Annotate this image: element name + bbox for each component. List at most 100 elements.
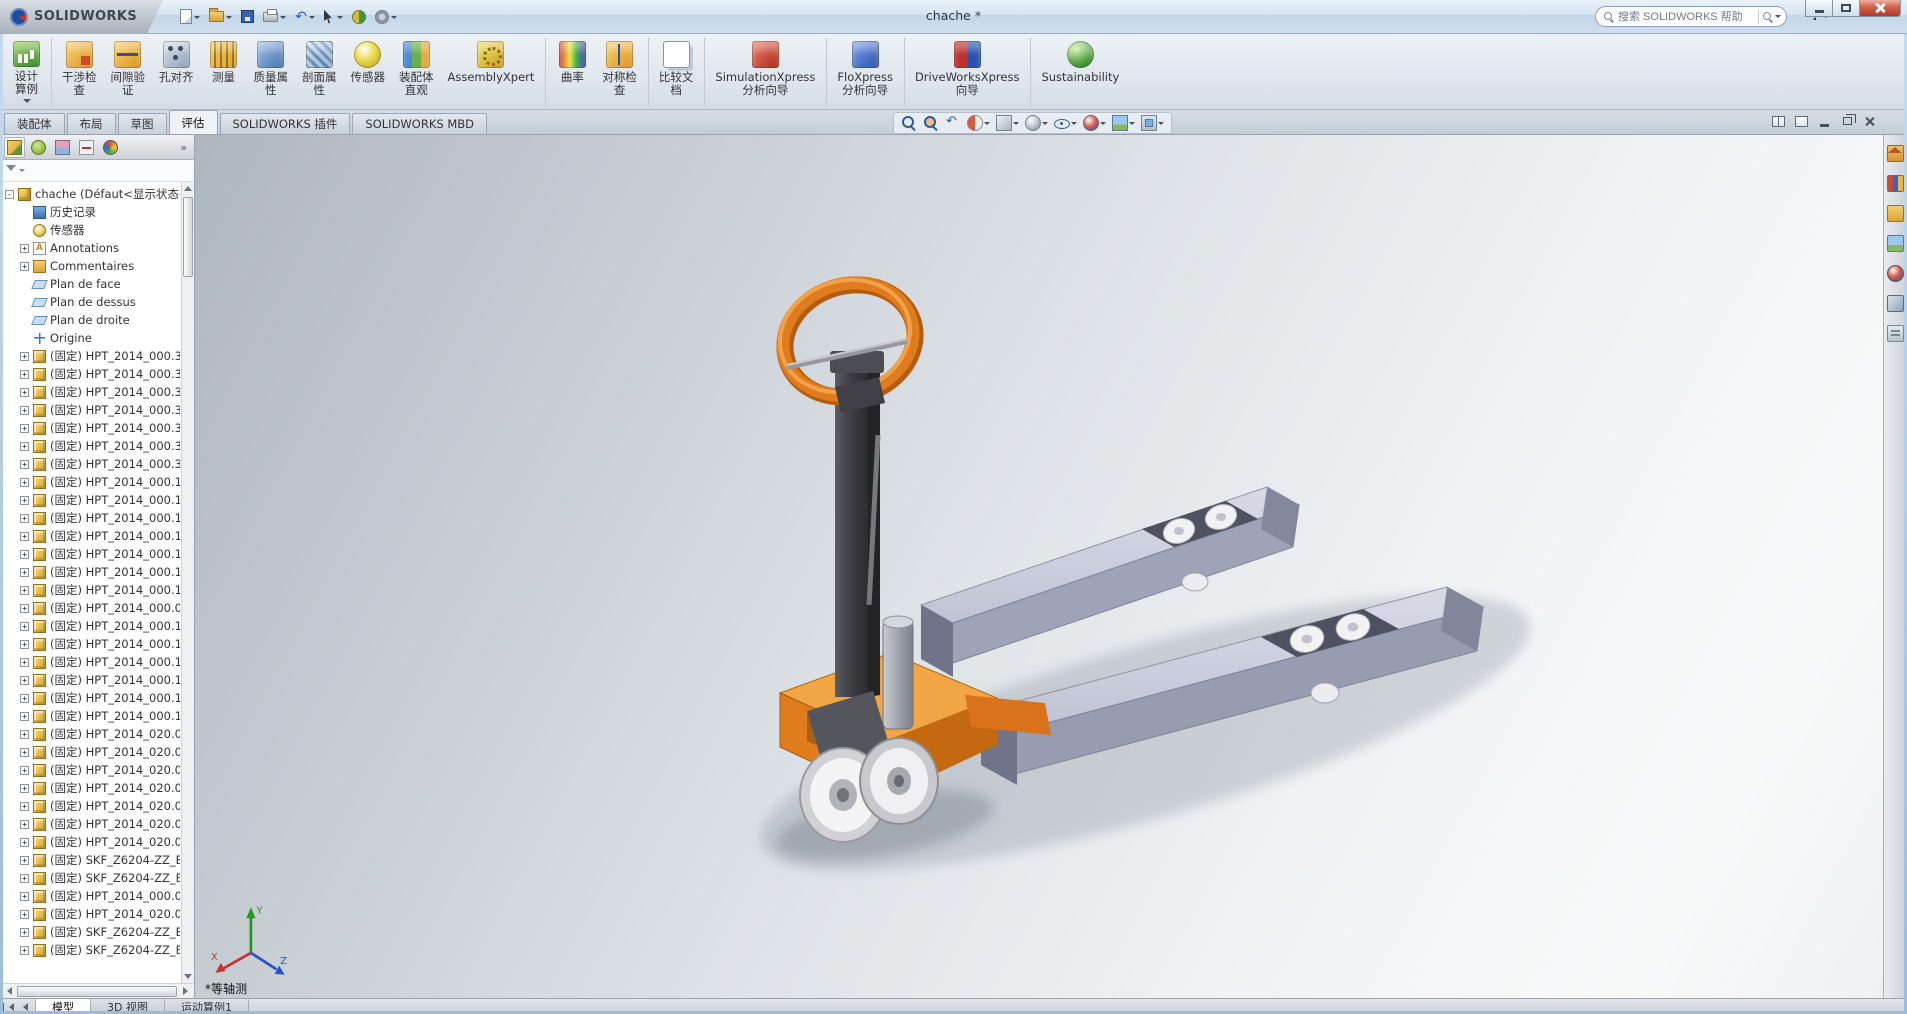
tree-expander[interactable]: + (20, 549, 29, 559)
tree-expander[interactable]: + (20, 621, 29, 631)
tree-expander[interactable]: + (20, 729, 29, 739)
tree-item[interactable]: + (固定) HPT_2014_000.10 (0, 527, 180, 545)
search-box[interactable] (1595, 6, 1787, 27)
window-control-button[interactable] (1832, 0, 1860, 17)
tree-item[interactable]: + (固定) HPT_2014_020.03 (0, 833, 180, 851)
tree-expander[interactable]: + (20, 801, 29, 811)
tree-expander[interactable]: - (5, 189, 14, 199)
document-window-button[interactable] (1861, 113, 1879, 129)
quick-toolbar-button[interactable] (260, 5, 289, 29)
command-tab[interactable]: SOLIDWORKS MBD (352, 113, 488, 134)
ribbon-button[interactable]: Sustainability (1034, 38, 1126, 107)
manager-tab[interactable] (76, 137, 97, 158)
tree-root-item[interactable]: - chache (Défaut<显示状态- (0, 185, 180, 203)
task-pane-button[interactable] (1886, 323, 1906, 343)
quick-toolbar-button[interactable] (238, 5, 257, 29)
task-pane-button[interactable] (1886, 233, 1906, 253)
scroll-down-icon[interactable] (183, 971, 194, 983)
command-tab[interactable]: 评估 (168, 110, 218, 134)
tree-item[interactable]: + (固定) HPT_2014_000.02 (0, 887, 180, 905)
tree-expander[interactable]: + (20, 531, 29, 541)
tree-item[interactable]: + (固定) HPT_2014_000.32 (0, 383, 180, 401)
command-tab[interactable]: 草图 (117, 113, 167, 134)
view-toolbar-button[interactable] (1052, 114, 1079, 132)
tree-item[interactable]: + (固定) HPT_2014_000.33 (0, 401, 180, 419)
task-pane-button[interactable] (1886, 143, 1906, 163)
tree-expander[interactable]: + (20, 765, 29, 775)
tree-expander[interactable]: + (20, 477, 29, 487)
ribbon-button[interactable]: 曲率 (549, 38, 595, 107)
tree-expander[interactable]: + (20, 261, 29, 271)
tree-expander[interactable]: + (20, 243, 29, 253)
tree-expander[interactable]: + (20, 369, 29, 379)
window-control-button[interactable] (1859, 0, 1901, 17)
graphics-viewport[interactable]: Y X Z *等轴测 (195, 135, 1883, 998)
tree-item[interactable]: + (固定) HPT_2014_020.02 (0, 797, 180, 815)
scrollbar-thumb[interactable] (183, 197, 193, 277)
scrollbar-thumb[interactable] (17, 985, 177, 997)
document-window-button[interactable] (1769, 113, 1787, 129)
tree-expander[interactable]: + (20, 945, 29, 955)
tree-item[interactable]: + (固定) HPT_2014_000.33 (0, 419, 180, 437)
tree-expander[interactable]: + (20, 909, 29, 919)
tree-expander[interactable]: + (20, 891, 29, 901)
tree-item[interactable]: + (固定) HPT_2014_020.02 (0, 725, 180, 743)
view-toolbar-button[interactable] (965, 114, 992, 132)
tree-item[interactable]: + (固定) HPT_2014_000.10 (0, 671, 180, 689)
command-tab[interactable]: 布局 (66, 113, 116, 134)
manager-tab[interactable] (52, 137, 73, 158)
ribbon-button[interactable]: FloXpress 分析向导 (830, 38, 905, 107)
task-pane-button[interactable] (1886, 173, 1906, 193)
quick-toolbar-button[interactable] (206, 5, 235, 29)
document-window-button[interactable] (1815, 113, 1833, 129)
tree-expander[interactable]: + (20, 855, 29, 865)
tree-item[interactable]: Plan de droite (0, 311, 180, 329)
task-pane-button[interactable] (1886, 263, 1906, 283)
search-input[interactable] (1618, 10, 1754, 23)
view-toolbar-button[interactable] (921, 114, 941, 132)
tree-item[interactable]: 传感器 (0, 221, 180, 239)
tree-item[interactable]: + (固定) HPT_2014_000.33 (0, 437, 180, 455)
view-toolbar-button[interactable] (1081, 114, 1108, 132)
tree-item[interactable]: + (固定) HPT_2014_000.10 (0, 509, 180, 527)
tree-item[interactable]: + (固定) HPT_2014_020.03 (0, 779, 180, 797)
tree-item[interactable]: + (固定) HPT_2014_020.02 (0, 743, 180, 761)
ribbon-button[interactable]: 干涉检 查 (55, 38, 104, 107)
tree-expander[interactable]: + (20, 585, 29, 595)
tree-horizontal-scrollbar[interactable] (0, 983, 194, 998)
tree-item[interactable]: + (固定) HPT_2014_000.10 (0, 491, 180, 509)
command-tab[interactable]: SOLIDWORKS 插件 (219, 113, 351, 134)
tree-expander[interactable]: + (20, 873, 29, 883)
ribbon-button[interactable]: 测量 (201, 38, 247, 107)
ribbon-button[interactable]: 传感器 (344, 38, 393, 107)
tree-item[interactable]: + (固定) HPT_2014_000.30 (0, 455, 180, 473)
tree-vertical-scrollbar[interactable] (181, 182, 194, 983)
tree-item[interactable]: + (固定) HPT_2014_000.30 (0, 347, 180, 365)
tree-item[interactable]: Origine (0, 329, 180, 347)
ribbon-button[interactable]: 间隙验 证 (104, 38, 153, 107)
tree-item[interactable]: + (固定) SKF_Z6204-ZZ_B (0, 851, 180, 869)
tree-item[interactable]: + (固定) HPT_2014_000.10 (0, 563, 180, 581)
view-toolbar-button[interactable] (994, 114, 1021, 132)
tree-filter-row[interactable] (0, 160, 194, 182)
view-toolbar-button[interactable] (1023, 114, 1050, 132)
tree-item[interactable]: + (固定) HPT_2014_020.03 (0, 761, 180, 779)
tree-expander[interactable]: + (20, 423, 29, 433)
tree-expander[interactable]: + (20, 351, 29, 361)
manager-tab[interactable] (28, 137, 49, 158)
tree-item[interactable]: + (固定) HPT_2014_000.10 (0, 707, 180, 725)
quick-toolbar-button[interactable] (321, 5, 346, 29)
tree-expander[interactable]: + (20, 441, 29, 451)
view-toolbar-button[interactable] (1139, 114, 1166, 132)
tree-expander[interactable]: + (20, 567, 29, 577)
tree-expander[interactable]: + (20, 513, 29, 523)
view-toolbar-button[interactable] (899, 114, 919, 132)
ribbon-button[interactable]: DriveWorksXpress 向导 (908, 38, 1032, 107)
tree-expander[interactable]: + (20, 657, 29, 667)
quick-toolbar-button[interactable] (372, 5, 400, 29)
view-toolbar-button[interactable] (1110, 114, 1137, 132)
tree-expander[interactable]: + (20, 603, 29, 613)
tree-item[interactable]: + (固定) HPT_2014_000.02 (0, 599, 180, 617)
tree-expander[interactable]: + (20, 783, 29, 793)
document-window-button[interactable] (1838, 113, 1856, 129)
